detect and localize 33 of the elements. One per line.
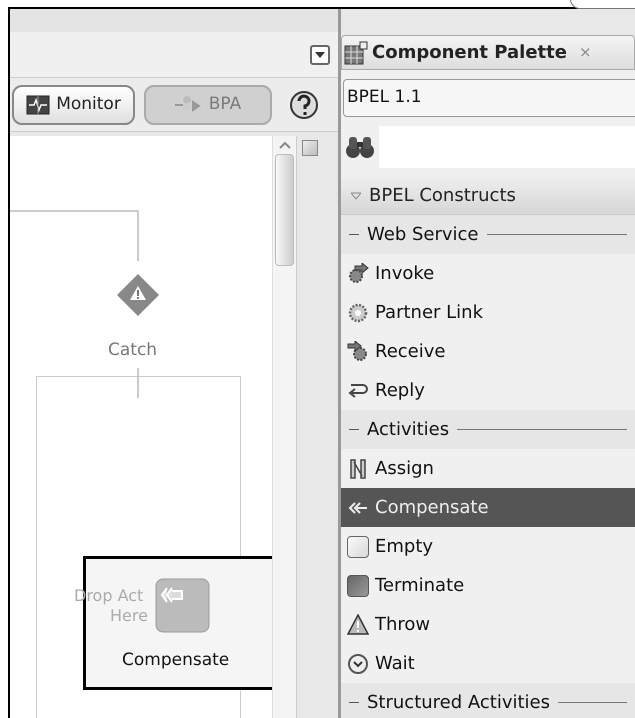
corner-square (302, 140, 318, 156)
palette-title: Component Palette (372, 41, 567, 65)
drop-hint: Here (110, 606, 148, 626)
triangle-icon (351, 190, 361, 200)
caret-icon (315, 52, 325, 58)
binoculars-icon (345, 134, 375, 160)
gear-arrow-icon (347, 340, 369, 362)
group-label: Web Service (367, 223, 478, 247)
group-label: Structured Activities (367, 691, 550, 715)
gear-arrow-icon (347, 262, 369, 284)
help-icon[interactable] (289, 90, 319, 120)
toolbar-button[interactable]: Monitor (12, 84, 135, 124)
catch-diamond-icon[interactable] (116, 273, 160, 317)
warning-icon (347, 614, 369, 636)
person-arrow-icon (174, 94, 203, 114)
gear-icon (347, 302, 369, 324)
group-label: Activities (367, 418, 450, 442)
node-label: Catch (108, 339, 158, 362)
palette-tab[interactable]: Component Palette × (341, 35, 635, 70)
square-icon (347, 536, 369, 558)
connector-line (137, 368, 139, 398)
node-label: Compensate (122, 649, 230, 672)
library-dropdown[interactable]: BPEL 1.1 (343, 79, 635, 117)
vertical-scrollbar[interactable] (272, 136, 296, 718)
clock-icon (347, 652, 369, 674)
square-icon (347, 574, 369, 596)
grid-icon (344, 40, 368, 64)
scrollbar-thumb[interactable] (275, 154, 294, 266)
dropdown-button[interactable] (310, 44, 330, 64)
compensate-node-icon[interactable] (155, 578, 210, 633)
palette-item[interactable]: Compensate (341, 488, 635, 527)
monitor-icon (26, 94, 50, 114)
section-header[interactable]: BPEL Constructs (341, 177, 635, 215)
